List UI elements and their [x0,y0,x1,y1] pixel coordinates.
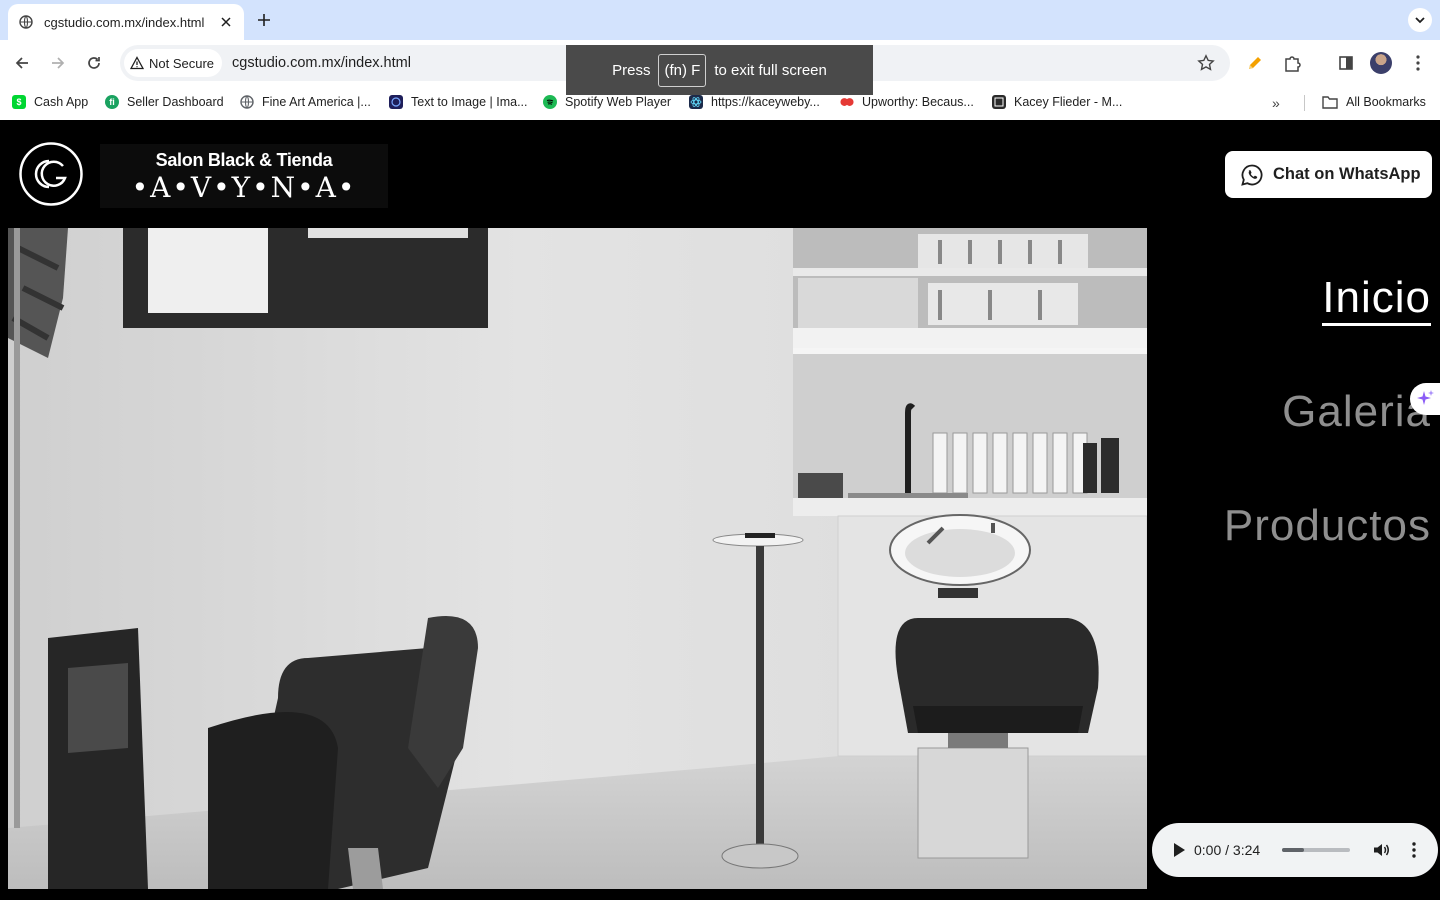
cash-app-icon: $ [12,95,26,109]
close-icon[interactable] [218,14,234,30]
pencil-extension-icon[interactable] [1244,52,1266,74]
extensions-puzzle-icon[interactable] [1281,52,1303,74]
bookmark-label: Fine Art America |... [262,95,371,109]
url-text[interactable]: cgstudio.com.mx/index.html [232,55,411,71]
bookmark-kaceyweb[interactable]: https://kaceyweby... [689,95,820,109]
tab-title: cgstudio.com.mx/index.html [44,14,205,30]
bookmark-label: Kacey Flieder - M... [1014,95,1123,109]
bookmark-fine-art-america[interactable]: Fine Art America |... [240,95,371,109]
upworthy-icon [840,95,854,109]
bookmark-label: Text to Image | Ima... [411,95,528,109]
react-icon [689,95,703,109]
seller-dashboard-icon: fi [105,95,119,109]
fullscreen-toast: Press (fn) F to exit full screen [566,45,873,95]
bookmark-label: https://kaceyweby... [711,95,820,109]
security-chip[interactable]: Not Secure [124,49,223,77]
more-options-icon[interactable] [1412,842,1416,858]
audio-player: 0:00 / 3:24 [1152,823,1438,877]
tab-strip: cgstudio.com.mx/index.html [0,0,1440,40]
all-bookmarks-button[interactable]: All Bookmarks [1322,95,1426,109]
nav-productos[interactable]: Productos [1224,501,1431,551]
all-bookmarks-label: All Bookmarks [1346,95,1426,109]
bookmark-label: Spotify Web Player [565,95,672,109]
whatsapp-label: Chat on WhatsApp [1273,165,1421,183]
browser-tab[interactable]: cgstudio.com.mx/index.html [8,4,244,40]
more-menu-icon[interactable] [1407,52,1429,74]
warning-icon [130,56,144,70]
bookmark-cash-app[interactable]: $ Cash App [12,95,88,109]
whatsapp-chat-button[interactable]: Chat on WhatsApp [1225,151,1432,198]
toast-prefix: Press [612,61,651,79]
audio-time: 0:00 / 3:24 [1194,842,1261,858]
brand-banner[interactable]: Salon Black & Tienda •A•V•Y•N•A• [100,144,388,208]
salon-video[interactable] [8,228,1147,889]
sparkle-icon[interactable] [1410,383,1440,415]
bookmark-star-icon[interactable] [1196,53,1216,73]
chevron-double-right-icon[interactable]: » [1272,95,1280,111]
nav-galeria[interactable]: Galeria [1282,387,1431,437]
volume-icon[interactable] [1372,841,1390,859]
brand-name: •A•V•Y•N•A• [131,171,357,204]
folder-icon [1322,96,1338,109]
reload-icon[interactable] [82,51,106,75]
back-arrow-icon[interactable] [10,51,34,75]
globe-icon [240,95,254,109]
globe-icon [18,14,34,30]
bookmark-text-to-image[interactable]: Text to Image | Ima... [389,95,528,109]
security-label: Not Secure [149,55,215,71]
bookmark-label: Seller Dashboard [127,95,224,109]
spotify-icon [543,95,557,109]
audio-volume-slider[interactable] [1282,848,1350,852]
bookmark-spotify[interactable]: Spotify Web Player [543,95,671,109]
bookmark-label: Cash App [34,95,89,109]
bookmark-seller-dashboard[interactable]: fi Seller Dashboard [105,95,224,109]
text-to-image-icon [389,95,403,109]
nav-inicio[interactable]: Inicio [1322,273,1431,326]
bookmarks-divider [1304,95,1305,111]
bookmark-kacey-flieder[interactable]: Kacey Flieder - M... [992,95,1122,109]
brand-subtitle: Salon Black & Tienda [155,150,333,170]
cg-logo[interactable] [19,142,83,206]
forward-arrow-icon[interactable] [46,51,70,75]
whatsapp-icon [1241,164,1263,186]
chevron-down-icon[interactable] [1408,8,1432,32]
profile-avatar[interactable] [1370,52,1392,74]
volume-fill [1282,848,1305,852]
new-tab-button[interactable] [254,10,274,30]
play-icon[interactable] [1172,842,1186,858]
toast-suffix: to exit full screen [714,61,827,79]
bookmark-upworthy[interactable]: Upworthy: Becaus... [840,95,974,109]
toast-key: (fn) F [658,53,707,87]
kacey-flieder-icon [992,95,1006,109]
bookmark-label: Upworthy: Becaus... [862,95,974,109]
web-page: Salon Black & Tienda •A•V•Y•N•A• Chat on… [0,121,1440,900]
side-panel-icon[interactable] [1335,52,1357,74]
